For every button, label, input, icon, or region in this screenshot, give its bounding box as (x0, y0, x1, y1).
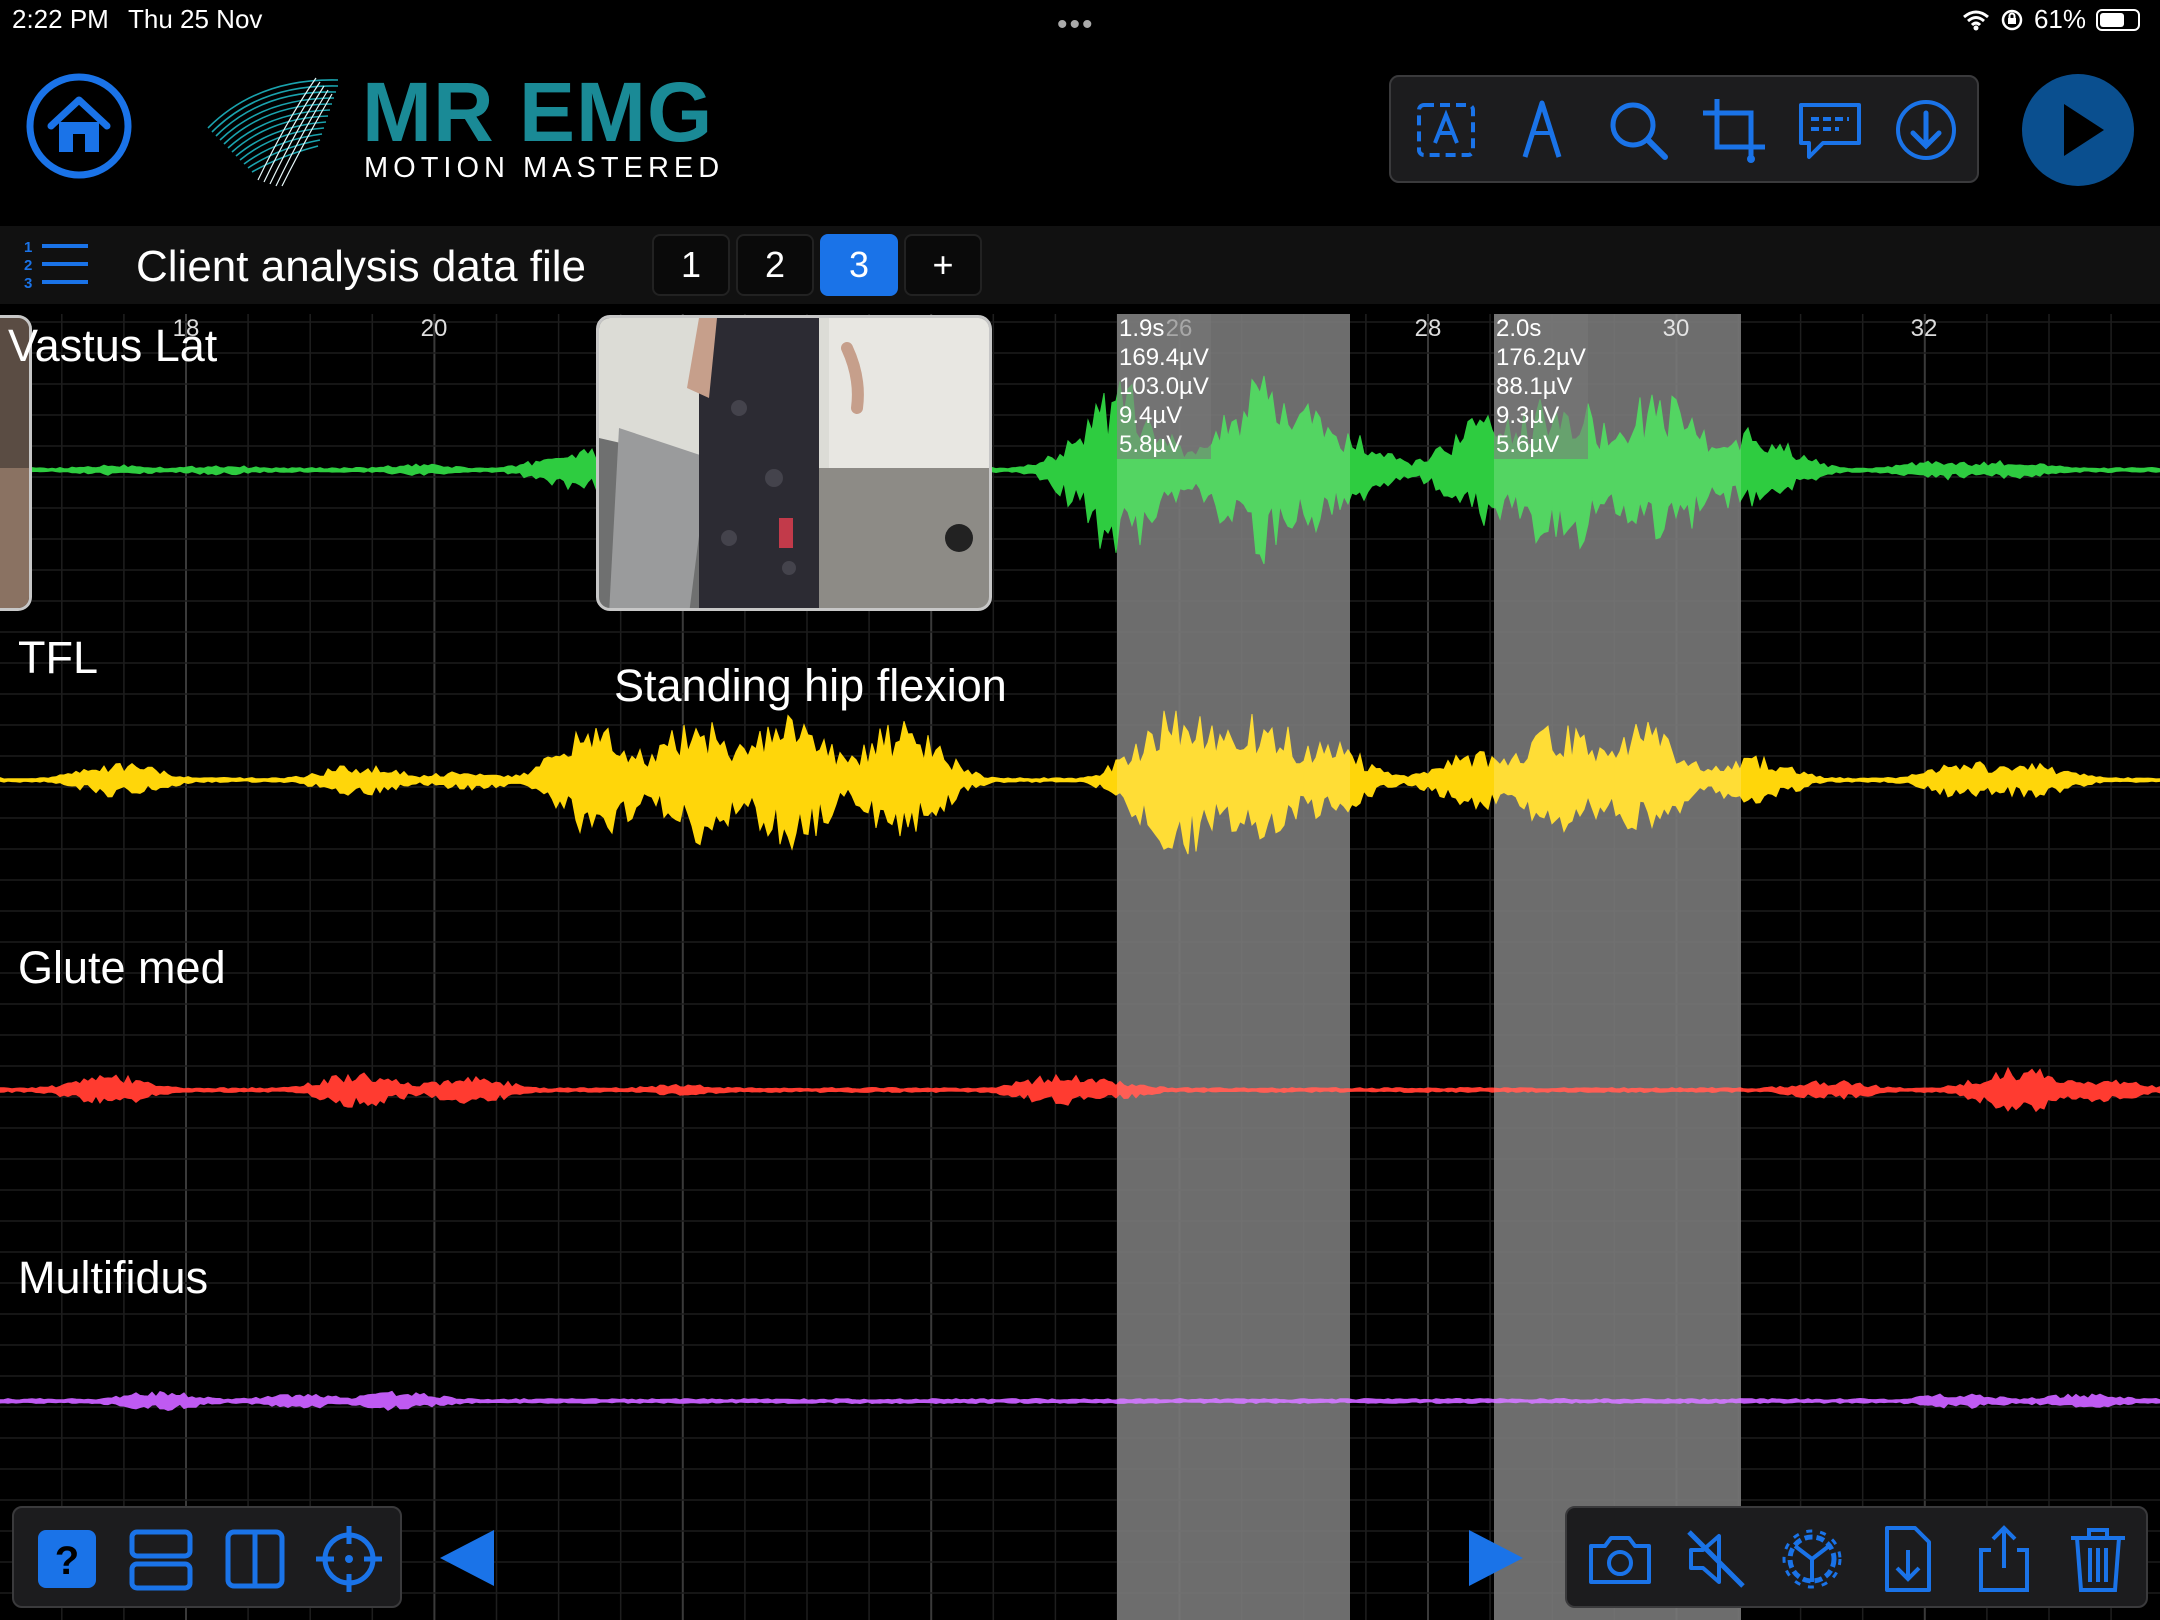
multitask-dots[interactable]: ••• (1057, 8, 1095, 42)
x-tick-label: 20 (421, 315, 448, 342)
status-right: 61% (1962, 4, 2140, 35)
x-tick-label: 32 (1911, 315, 1938, 342)
emg-chart[interactable]: 182026283032 (0, 314, 2160, 1620)
trace-tfl (0, 710, 2160, 855)
svg-text:2: 2 (24, 257, 32, 274)
tab-1[interactable]: 1 (652, 234, 730, 296)
file-title: Client analysis data file (136, 242, 587, 291)
selection-value: 169.4µV (1119, 344, 1209, 371)
channel-label-glute-med: Glute med (18, 942, 226, 993)
download-icon[interactable] (1891, 95, 1961, 165)
comment-icon[interactable] (1795, 95, 1865, 165)
help-icon[interactable]: ? (32, 1524, 102, 1594)
columns-layout-icon[interactable] (220, 1524, 290, 1594)
selection-overlay (1494, 314, 1741, 1620)
tab-2[interactable]: 2 (736, 234, 814, 296)
numbered-list-icon[interactable]: 1 2 3 (22, 236, 90, 292)
selection-duration: 1.9s (1119, 315, 1165, 342)
tab-3[interactable]: 3 (820, 234, 898, 296)
import-file-icon[interactable] (1873, 1524, 1943, 1594)
emg-traces (0, 314, 2160, 1620)
share-icon[interactable] (1969, 1524, 2039, 1594)
channel-label-vastus-lat: Vastus Lat (8, 320, 218, 371)
trash-icon[interactable] (2063, 1524, 2133, 1594)
selection-readout-1: 1.9s 169.4µV 103.0µV 9.4µV 5.8µV (1117, 314, 1211, 459)
status-date: Thu 25 Nov (128, 4, 263, 34)
selection-value: 9.4µV (1119, 402, 1183, 429)
selection-value: 5.8µV (1119, 431, 1183, 458)
selection-overlay (1117, 314, 1350, 1620)
selection-value: 88.1µV (1496, 373, 1573, 400)
home-icon[interactable] (25, 72, 133, 180)
pen-icon[interactable] (1507, 95, 1577, 165)
video-thumbnail[interactable] (596, 315, 992, 611)
annotation-label[interactable]: Standing hip flexion (614, 660, 1007, 712)
selection-readout-2: 2.0s 176.2µV 88.1µV 9.3µV 5.6µV (1494, 314, 1588, 459)
play-button[interactable] (2022, 74, 2134, 186)
svg-text:3: 3 (24, 275, 32, 292)
selection-value: 9.3µV (1496, 402, 1560, 429)
text-box-icon[interactable] (1411, 95, 1481, 165)
status-time: 2:22 PM (12, 4, 109, 34)
logo-title: MR EMG (362, 65, 714, 159)
selection-value: 176.2µV (1496, 344, 1586, 371)
selection-duration: 2.0s (1496, 315, 1542, 342)
settings-icon[interactable] (1777, 1524, 1847, 1594)
video-frame (599, 318, 989, 608)
selection-value: 103.0µV (1119, 373, 1209, 400)
top-toolbar (1389, 75, 1979, 183)
search-icon[interactable] (1603, 95, 1673, 165)
x-tick-label: 28 (1415, 315, 1442, 342)
chart-grid (0, 314, 2160, 1620)
next-arrow-icon[interactable] (1465, 1528, 1527, 1588)
previous-arrow-icon[interactable] (436, 1528, 498, 1588)
channel-label-multifidus: Multifidus (18, 1252, 209, 1303)
add-tab-button[interactable]: + (904, 234, 982, 296)
camera-icon[interactable] (1585, 1524, 1655, 1594)
crosshair-icon[interactable] (314, 1524, 384, 1594)
selection-value: 5.6µV (1496, 431, 1560, 458)
svg-text:1: 1 (24, 239, 32, 256)
battery-icon (2096, 8, 2140, 31)
channel-label-tfl: TFL (18, 632, 99, 683)
trace-vastus-lat (0, 375, 2160, 565)
battery-percent: 61% (2033, 4, 2086, 34)
mute-icon[interactable] (1681, 1524, 1751, 1594)
logo-mark-icon (207, 77, 339, 187)
trace-glute-med (0, 1066, 2160, 1113)
logo-subtitle: MOTION MASTERED (364, 152, 725, 184)
play-icon (2064, 104, 2104, 156)
bottom-left-toolbar: ? (12, 1506, 402, 1608)
svg-text:?: ? (55, 1539, 79, 1583)
rows-layout-icon[interactable] (126, 1524, 196, 1594)
bottom-right-toolbar (1565, 1506, 2148, 1608)
orientation-lock-icon (2001, 9, 2023, 30)
wifi-icon (1962, 10, 1989, 30)
crop-icon[interactable] (1699, 95, 1769, 165)
